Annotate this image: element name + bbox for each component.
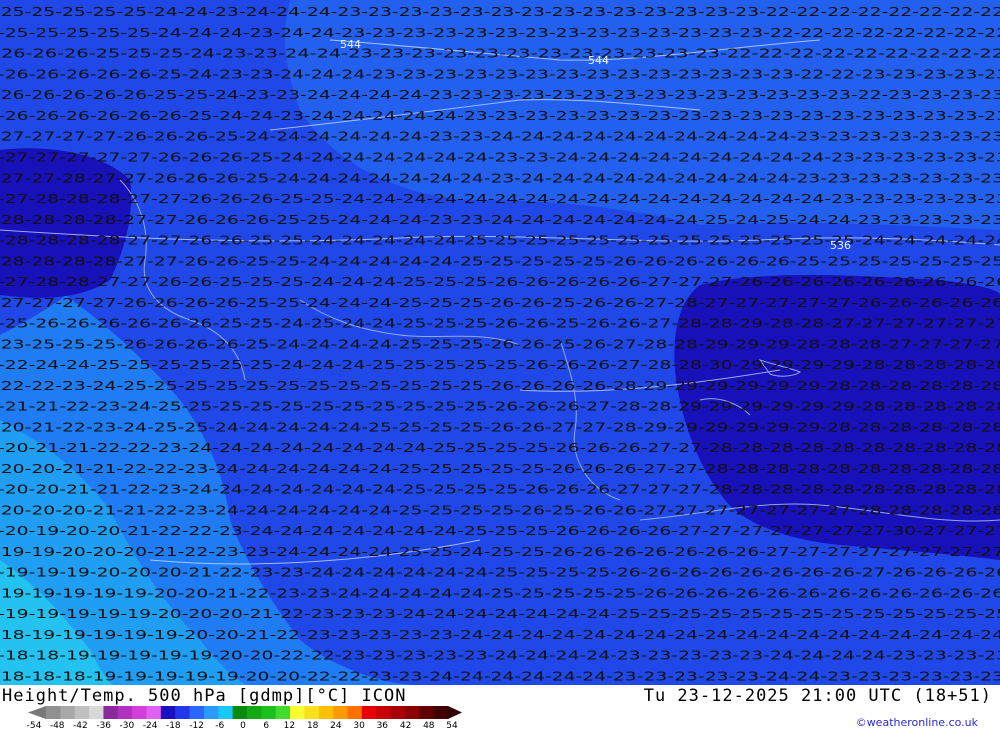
legend-color-cell <box>60 706 76 719</box>
legend-tick-label: 30 <box>353 721 365 731</box>
temperature-label-row: -27-27-27-27-26-26-26-26-25-25-24-24-24-… <box>0 296 1000 310</box>
legend-tick-label: -48 <box>49 721 65 731</box>
temperature-label-row: -27-27-28-27-27-26-26-26-25-24-24-24-24-… <box>0 171 1000 185</box>
legend-color-cell <box>203 706 219 719</box>
legend-tick-label: -6 <box>215 721 225 731</box>
temperature-label-row: -20-21-21-22-22-23-24-24-24-24-24-24-24-… <box>0 441 1000 455</box>
legend-tick-label: 24 <box>330 721 342 731</box>
temperature-label-row: -23-25-25-25-26-26-26-26-25-24-24-24-24-… <box>0 337 1000 351</box>
legend-color-cell <box>290 706 305 719</box>
legend-color-cell <box>146 706 162 719</box>
temperature-label-row: -25-25-25-25-25-24-24-24-23-24-24-23-23-… <box>0 26 1000 40</box>
temperature-label-row: -19-19-20-20-20-21-22-23-23-24-24-24-24-… <box>0 545 1000 559</box>
temperature-label-row: -26-26-26-26-26-26-25-24-24-23-24-24-24-… <box>0 109 1000 123</box>
height-label: 536 <box>830 239 851 252</box>
site-credit: ©weatheronline.co.uk <box>855 716 978 729</box>
legend-tick-label: 0 <box>240 721 246 731</box>
temperature-label-row: -22-22-23-24-25-25-25-25-25-25-25-25-25-… <box>0 379 1000 393</box>
color-legend <box>28 706 462 719</box>
legend-color-cell <box>419 706 435 719</box>
temperature-label-row: -20-19-20-20-21-22-22-23-24-24-24-24-24-… <box>0 524 1000 538</box>
temperature-label-row: -21-21-22-23-24-25-25-25-25-25-25-25-25-… <box>0 400 1000 414</box>
legend-color-cell <box>132 706 147 719</box>
legend-color-cell <box>433 706 449 719</box>
legend-color-cell <box>218 706 234 719</box>
temperature-label-row: -27-28-28-28-27-27-26-26-26-25-25-24-24-… <box>0 192 1000 206</box>
temperature-label-row: -20-20-20-21-21-22-23-24-24-24-24-24-24-… <box>0 503 1000 517</box>
legend-tick-label: 54 <box>446 721 458 731</box>
legend-color-cell <box>318 706 334 719</box>
legend-arrow-left <box>28 706 46 719</box>
temperature-label-row: -19-19-19-19-19-20-20-20-21-22-23-23-23-… <box>0 607 1000 621</box>
legend-arrow-right <box>448 706 462 719</box>
legend-color-cell <box>117 706 133 719</box>
legend-color-cell <box>175 706 191 719</box>
legend-tick-label: 18 <box>306 721 319 731</box>
legend-color-cell <box>46 706 61 719</box>
legend-color-cell <box>89 706 104 719</box>
legend-color-cell <box>103 706 119 719</box>
temperature-label-row: -25-25-25-25-25-24-24-23-24-24-24-23-23-… <box>0 5 1000 19</box>
legend-color-cell <box>404 706 420 719</box>
temperature-label-row: -20-21-22-23-24-25-25-24-24-24-24-24-25-… <box>0 420 1000 434</box>
temperature-label-row: -18-18-18-19-19-19-19-19-20-20-22-22-23-… <box>0 669 1000 683</box>
temperature-label-row: -27-28-28-27-27-26-26-25-25-25-24-24-24-… <box>0 275 1000 289</box>
legend-tick-label: 12 <box>283 721 296 731</box>
legend-tick-labels: -54 -48 -42 -36 -30 -24 -18 -12 -6 0 6 12 18 24 30 36 42… <box>26 721 460 733</box>
legend-tick-label: -42 <box>73 721 88 731</box>
valid-time: Tu 23-12-2025 21:00 UTC (18+51) <box>643 686 992 706</box>
temperature-label-row: -27-27-27-27-26-26-26-25-24-24-24-24-24-… <box>0 130 1000 144</box>
height-label: 544 <box>588 54 609 67</box>
legend-color-cell <box>74 706 90 719</box>
legend-color-cell <box>361 706 377 719</box>
temperature-label-row: -22-24-24-25-25-25-25-25-25-24-24-24-25-… <box>0 358 1000 372</box>
legend-tick-label: 42 <box>399 721 412 731</box>
legend-color-cell <box>247 706 262 719</box>
legend-color-cell <box>333 706 348 719</box>
temperature-label-row: -20-20-21-21-22-23-24-24-24-24-24-24-24-… <box>0 483 1000 497</box>
legend-color-cell <box>304 706 320 719</box>
temperature-label-row: -28-28-28-28-27-27-26-26-25-25-24-24-24-… <box>0 254 1000 268</box>
map-canvas: -25-25-25-25-25-24-24-23-24-24-24-23-23-… <box>0 0 1000 685</box>
temperature-label-row: -25-26-26-26-26-26-26-25-25-24-25-24-24-… <box>0 317 1000 331</box>
legend-color-cell <box>189 706 205 719</box>
legend-color-cell <box>275 706 291 719</box>
map-footer: Height/Temp. 500 hPa [gdmp][°C] ICON Tu … <box>0 685 1000 733</box>
legend-tick-label: -30 <box>119 721 135 731</box>
temperature-label-row: -20-20-21-21-22-22-23-24-24-24-24-24-24-… <box>0 462 1000 476</box>
temperature-label-row: -26-26-26-26-26-25-25-24-23-23-24-24-24-… <box>0 88 1000 102</box>
temperature-label-row: -19-19-19-20-20-20-21-22-23-23-24-24-24-… <box>0 566 1000 580</box>
legend-color-cell <box>376 706 392 719</box>
legend-color-scale <box>28 706 462 719</box>
legend-color-cell <box>160 706 176 719</box>
temperature-map: -25-25-25-25-25-24-24-23-24-24-24-23-23-… <box>0 0 1000 685</box>
height-label: 544 <box>340 38 361 51</box>
legend-tick-label: 36 <box>376 721 389 731</box>
legend-tick-label: 48 <box>423 721 435 731</box>
legend-color-cell <box>347 706 363 719</box>
legend-color-cell <box>232 706 248 719</box>
temperature-label-row: -27-27-27-27-27-26-26-26-25-24-24-24-24-… <box>0 151 1000 165</box>
temperature-label-row: -18-18-19-19-19-19-19-20-20-22-22-23-23-… <box>0 649 1000 663</box>
legend-tick-label: -54 <box>26 721 42 731</box>
temperature-label-row: -26-26-26-26-26-25-24-23-23-24-24-24-23-… <box>0 68 1000 82</box>
legend-color-cell <box>390 706 406 719</box>
temperature-label-row: -18-19-19-19-19-19-20-20-21-22-23-23-23-… <box>0 628 1000 642</box>
legend-tick-label: -18 <box>165 721 181 731</box>
map-title: Height/Temp. 500 hPa [gdmp][°C] ICON <box>2 686 407 706</box>
legend-tick-label: -12 <box>189 721 204 731</box>
temperature-label-row: -19-19-19-19-19-20-20-21-22-23-23-24-24-… <box>0 586 1000 600</box>
legend-tick-label: 6 <box>263 721 270 731</box>
temperature-label-row: -26-26-26-25-25-25-24-23-23-24-24-23-23-… <box>0 47 1000 61</box>
legend-tick-label: -24 <box>142 721 158 731</box>
temperature-label-row: -28-28-28-28-27-27-26-26-26-25-25-24-24-… <box>0 213 1000 227</box>
legend-color-cell <box>261 706 277 719</box>
legend-tick-label: -36 <box>96 721 112 731</box>
